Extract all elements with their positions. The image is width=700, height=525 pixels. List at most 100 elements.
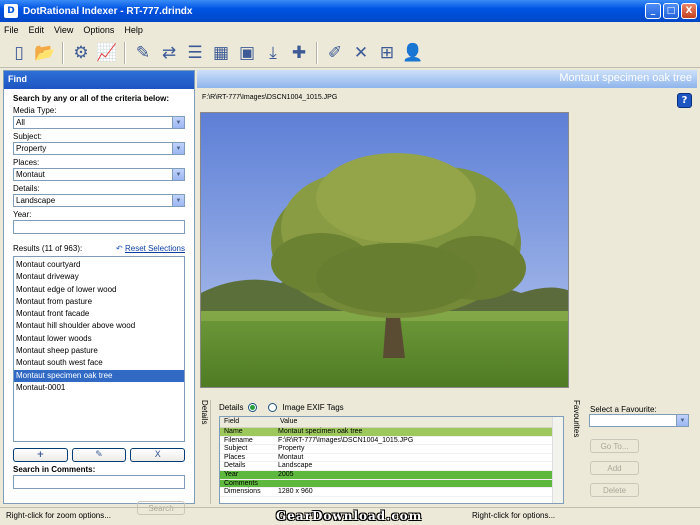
tag-icon[interactable]: ✎ bbox=[132, 42, 154, 64]
edit-result-button[interactable]: ✎ bbox=[71, 448, 127, 462]
title-bar: D DotRational Indexer - RT-777.drindx _ … bbox=[0, 0, 700, 22]
new-icon[interactable]: ▯ bbox=[8, 42, 30, 64]
status-left: Right-click for zoom options... bbox=[6, 511, 111, 520]
value-comments[interactable] bbox=[276, 480, 551, 488]
value-details[interactable]: Landscape bbox=[276, 462, 551, 470]
photo-viewer[interactable] bbox=[200, 112, 569, 388]
refresh-icon[interactable]: ⇄ bbox=[158, 42, 180, 64]
field-filename: Filename bbox=[224, 436, 253, 444]
details-radio[interactable] bbox=[248, 403, 258, 412]
camera-icon[interactable]: ▣ bbox=[236, 42, 258, 64]
menu-file[interactable]: File bbox=[4, 25, 19, 35]
minimize-button[interactable]: _ bbox=[645, 3, 661, 19]
chart-icon[interactable]: 📈 bbox=[96, 42, 118, 64]
list-item[interactable]: Montaut south west face bbox=[14, 357, 184, 369]
results-count: Results (11 of 963): bbox=[13, 244, 83, 253]
list-item[interactable]: Montaut sheep pasture bbox=[14, 345, 184, 357]
watermark: GearDownload.com bbox=[276, 509, 423, 523]
list-item[interactable]: Montaut hill shoulder above wood bbox=[14, 320, 184, 332]
menu-help[interactable]: Help bbox=[124, 25, 143, 35]
comments-input[interactable] bbox=[13, 475, 185, 489]
menu-view[interactable]: View bbox=[54, 25, 73, 35]
add-icon: + bbox=[36, 450, 45, 460]
add-result-button[interactable]: + bbox=[13, 448, 68, 462]
find-instructions: Search by any or all of the criteria bel… bbox=[13, 94, 170, 103]
delete-icon: X bbox=[154, 450, 161, 460]
find-header: Find bbox=[4, 71, 194, 89]
list-item[interactable]: Montaut driveway bbox=[14, 271, 184, 283]
toolbar: ▯ 📂 ⚙ 📈 ✎ ⇄ ☰ ▦ ▣ ⤓ ✚ ✐ ✕ ⊞ 👤 bbox=[0, 38, 700, 68]
add-favourite-button[interactable]: Add bbox=[590, 461, 639, 475]
delete-favourite-button[interactable]: Delete bbox=[590, 483, 639, 497]
menu-options[interactable]: Options bbox=[83, 25, 114, 35]
edit-icon[interactable]: ✐ bbox=[324, 42, 346, 64]
open-icon[interactable]: 📂 bbox=[34, 42, 56, 64]
settings-icon[interactable]: ⚙ bbox=[70, 42, 92, 64]
year-input[interactable] bbox=[13, 220, 185, 234]
field-name: Name bbox=[224, 428, 243, 435]
chevron-down-icon[interactable]: ▼ bbox=[172, 117, 184, 128]
subject-select[interactable]: Property ▼ bbox=[13, 142, 185, 155]
import-icon[interactable]: ⤓ bbox=[262, 42, 284, 64]
chevron-down-icon[interactable]: ▼ bbox=[172, 195, 184, 206]
list-icon[interactable]: ☰ bbox=[184, 42, 206, 64]
value-subject[interactable]: Property bbox=[276, 445, 551, 453]
results-list[interactable]: Montaut courtyard Montaut driveway Monta… bbox=[13, 256, 185, 442]
list-item[interactable]: Montaut courtyard bbox=[14, 259, 184, 271]
year-label: Year: bbox=[13, 210, 32, 219]
toolbar-separator bbox=[62, 41, 64, 64]
exif-radio[interactable] bbox=[268, 403, 278, 412]
menu-bar: File Edit View Options Help bbox=[0, 22, 700, 38]
list-item[interactable]: Montaut lower woods bbox=[14, 333, 184, 345]
details-grid[interactable]: Field Value Name Montaut specimen oak tr… bbox=[219, 416, 564, 504]
field-year: Year bbox=[224, 470, 239, 478]
field-comments: Comments bbox=[224, 479, 258, 487]
delete-icon[interactable]: ✕ bbox=[350, 42, 372, 64]
user-icon[interactable]: 👤 bbox=[402, 42, 424, 64]
radio-details-label: Details bbox=[219, 403, 244, 412]
field-subject: Subject bbox=[224, 445, 248, 453]
column-field[interactable]: Field bbox=[220, 417, 276, 427]
grid-scrollbar[interactable] bbox=[552, 417, 563, 503]
list-item[interactable]: Montaut edge of lower wood bbox=[14, 284, 184, 296]
column-value[interactable]: Value bbox=[276, 417, 551, 427]
main-pane: Montaut specimen oak tree F:\R\RT-777\Im… bbox=[197, 70, 697, 504]
delete-result-button[interactable]: X bbox=[130, 448, 186, 462]
list-item-selected[interactable]: Montaut specimen oak tree bbox=[14, 369, 184, 382]
value-year[interactable]: 2005 bbox=[276, 471, 551, 479]
toolbar-separator bbox=[316, 41, 318, 64]
details-select[interactable]: Landscape ▼ bbox=[13, 194, 185, 207]
undo-icon: ↶ bbox=[116, 244, 123, 253]
maximize-button[interactable]: □ bbox=[663, 3, 679, 19]
list-item[interactable]: Montaut front facade bbox=[14, 308, 184, 320]
media-type-select[interactable]: All ▼ bbox=[13, 116, 185, 129]
reset-selections-link[interactable]: Reset Selections bbox=[125, 244, 185, 253]
close-button[interactable]: X bbox=[681, 3, 697, 19]
value-name[interactable]: Montaut specimen oak tree bbox=[276, 428, 551, 436]
details-label: Details: bbox=[13, 184, 40, 193]
value-dimensions[interactable]: 1280 x 960 bbox=[276, 488, 551, 496]
status-right: Right-click for options... bbox=[472, 511, 556, 520]
chevron-down-icon[interactable]: ▼ bbox=[172, 169, 184, 180]
field-places: Places bbox=[224, 453, 246, 461]
value-places[interactable]: Montaut bbox=[276, 454, 551, 462]
help-icon[interactable]: ? bbox=[677, 93, 692, 108]
details-tab-label: Details bbox=[200, 400, 209, 425]
favourites-tab[interactable]: Favourites bbox=[570, 400, 583, 504]
places-select[interactable]: Montaut ▼ bbox=[13, 168, 185, 181]
add-icon[interactable]: ✚ bbox=[288, 42, 310, 64]
status-bar: Right-click for zoom options... GearDown… bbox=[0, 507, 700, 525]
list-item[interactable]: Montaut-0001 bbox=[14, 382, 184, 394]
value-filename[interactable]: F:\R\RT-777\Images\DSCN1004_1015.JPG bbox=[276, 437, 551, 445]
chevron-down-icon[interactable]: ▼ bbox=[676, 415, 688, 426]
details-tab[interactable]: Details bbox=[198, 400, 211, 504]
list-item[interactable]: Montaut from pasture bbox=[14, 296, 184, 308]
chevron-down-icon[interactable]: ▼ bbox=[172, 143, 184, 154]
window-title: DotRational Indexer - RT-777.drindx bbox=[23, 5, 193, 17]
menu-edit[interactable]: Edit bbox=[29, 25, 45, 35]
thumbnails-icon[interactable]: ⊞ bbox=[376, 42, 398, 64]
toolbar-separator bbox=[124, 41, 126, 64]
goto-button[interactable]: Go To... bbox=[590, 439, 639, 453]
favourite-select[interactable]: ▼ bbox=[589, 414, 689, 427]
grid-icon[interactable]: ▦ bbox=[210, 42, 232, 64]
